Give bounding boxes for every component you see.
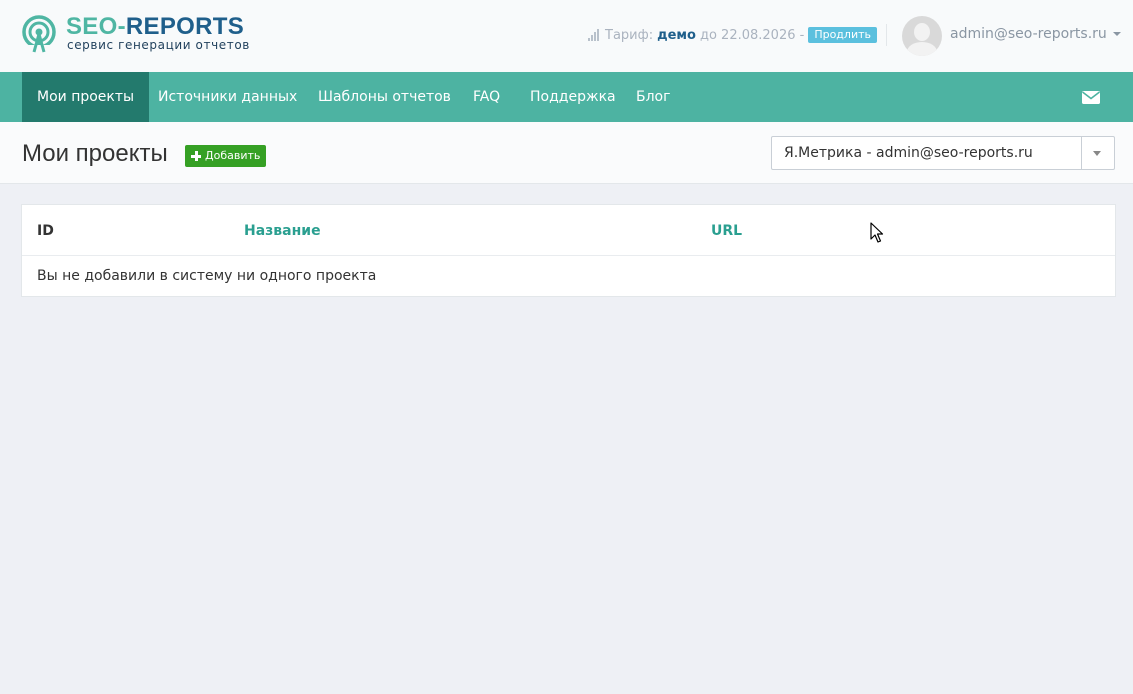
logo[interactable]: SEO-REPORTS сервис генерации отчетов <box>22 14 262 55</box>
logo-title-seo: SEO- <box>66 13 126 40</box>
data-source-select[interactable]: Я.Метрика - admin@seo-reports.ru <box>771 136 1115 170</box>
page-header: Мои проекты Добавить Я.Метрика - admin@s… <box>0 122 1133 184</box>
envelope-icon[interactable] <box>1082 91 1100 104</box>
header-divider <box>886 24 887 46</box>
data-source-select-value: Я.Метрика - admin@seo-reports.ru <box>784 145 1033 161</box>
nav-item-blog[interactable]: Блог <box>621 72 685 122</box>
chevron-down-icon <box>1112 32 1121 36</box>
empty-table-message: Вы не добавили в систему ни одного проек… <box>37 268 377 284</box>
user-email: admin@seo-reports.ru <box>950 26 1107 42</box>
nav-item-data-sources[interactable]: Источники данных <box>143 72 312 122</box>
user-menu[interactable]: admin@seo-reports.ru <box>950 26 1121 42</box>
nav-item-report-templates[interactable]: Шаблоны отчетов <box>303 72 466 122</box>
main-nav: Мои проекты Источники данных Шаблоны отч… <box>0 72 1133 122</box>
plus-icon <box>191 151 201 161</box>
mouse-pointer-icon <box>870 222 884 243</box>
nav-item-faq[interactable]: FAQ <box>458 72 515 122</box>
add-project-button[interactable]: Добавить <box>185 145 267 167</box>
tariff-plan: демо <box>657 27 696 43</box>
column-header-url[interactable]: URL <box>711 222 742 240</box>
tariff-label: Тариф: <box>605 27 654 43</box>
tariff-info: Тариф: демо до 22.08.2026 - Продлить <box>588 26 877 44</box>
column-header-name[interactable]: Название <box>244 222 321 240</box>
extend-button[interactable]: Продлить <box>808 27 877 43</box>
page-title: Мои проекты <box>22 140 168 167</box>
top-header: SEO-REPORTS сервис генерации отчетов Тар… <box>0 0 1133 72</box>
column-header-id: ID <box>37 223 54 239</box>
projects-table: ID Название URL Вы не добавили в систему… <box>21 204 1116 297</box>
avatar[interactable] <box>902 16 942 56</box>
logo-title: SEO-REPORTS <box>66 14 244 40</box>
nav-item-support[interactable]: Поддержка <box>515 72 631 122</box>
logo-tagline: сервис генерации отчетов <box>67 38 250 52</box>
table-divider <box>22 255 1115 256</box>
tariff-until: до 22.08.2026 - <box>699 27 805 43</box>
chevron-down-icon <box>1093 151 1101 156</box>
logo-signal-icon <box>22 15 56 53</box>
nav-item-my-projects[interactable]: Мои проекты <box>22 72 150 122</box>
select-divider <box>1081 137 1082 169</box>
signal-bars-icon <box>588 29 602 41</box>
add-button-label: Добавить <box>205 149 261 162</box>
logo-title-reports: REPORTS <box>125 13 245 40</box>
